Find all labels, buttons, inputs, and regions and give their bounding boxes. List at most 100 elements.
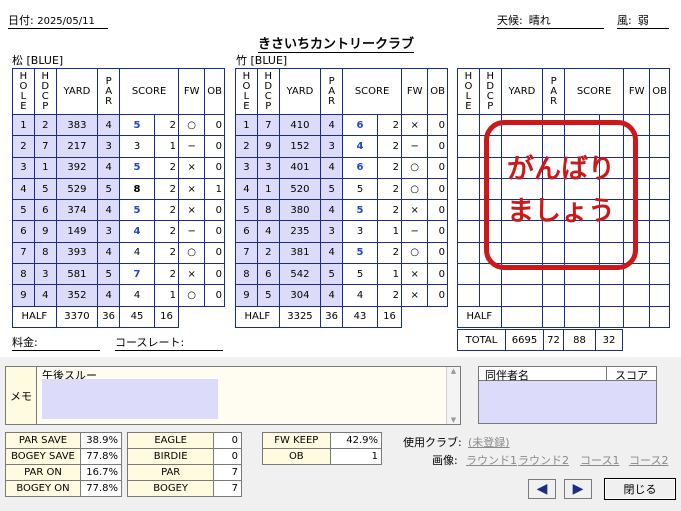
score-header: SCORE — [564, 68, 625, 115]
total-par: 72 — [543, 328, 564, 352]
stat-row: BIRDIE 0 — [126, 448, 242, 465]
stat-label: BOGEY — [126, 480, 215, 497]
close-button[interactable]: 閉じる — [604, 478, 676, 500]
yard-header: YARD — [55, 68, 99, 115]
scroll-down-icon[interactable]: ▼ — [447, 416, 460, 424]
hdcp-value: 8 — [33, 241, 57, 265]
arrow-right-icon: ▶ — [572, 481, 584, 497]
score-value: 5 — [342, 177, 379, 201]
yard-value: 529 — [55, 177, 99, 201]
hdcp-value: 2 — [256, 241, 280, 265]
hdcp-value: 9 — [33, 220, 57, 243]
fw-value: × — [401, 263, 429, 286]
stat-label: OB — [262, 448, 331, 465]
fw-value: − — [401, 135, 429, 158]
score-row: 7 8 393 4 4 2 ○ 0 — [12, 241, 225, 265]
course-rate-field: コースレート: — [115, 334, 223, 351]
stat-label: BIRDIE — [126, 448, 215, 465]
hdcp-header: HDCP — [33, 68, 57, 115]
prev-button[interactable]: ◀ — [528, 479, 556, 499]
total-score: 88 — [563, 328, 596, 352]
companion-list-body — [479, 381, 656, 423]
memo-scrollbar[interactable]: ▲ ▼ — [446, 367, 460, 424]
hdcp-value: 4 — [33, 284, 57, 307]
next-button[interactable]: ▶ — [564, 479, 592, 499]
putt-value: 2 — [154, 177, 180, 201]
yard-value: 304 — [278, 284, 322, 307]
companion-list[interactable]: 同伴者名 スコア — [478, 366, 657, 424]
memo-highlight — [42, 379, 218, 419]
fw-value: ○ — [401, 177, 429, 201]
hdcp-value: 1 — [256, 177, 280, 201]
ob-value: 0 — [204, 263, 225, 286]
stat-value: 77.8% — [79, 448, 123, 465]
club-link[interactable]: (未登録) — [468, 434, 510, 450]
par-value: 3 — [97, 135, 121, 158]
image-link-course1[interactable]: コース1 — [580, 452, 619, 468]
ob-value — [649, 135, 670, 158]
half-label: HALF — [457, 305, 502, 328]
score-value: 5 — [342, 199, 379, 222]
arrow-left-icon: ◀ — [536, 481, 548, 497]
putt-value: 2 — [154, 241, 180, 265]
putt-value: 1 — [377, 220, 403, 243]
ob-value — [649, 263, 670, 286]
score-row: 2 7 217 3 3 1−0 — [12, 135, 225, 158]
ob-value: 0 — [427, 263, 448, 286]
putt-value: 2 — [377, 177, 403, 201]
par-value: 5 — [320, 177, 344, 201]
image-link-course2[interactable]: コース2 — [629, 452, 668, 468]
companion-score-header[interactable]: スコア — [607, 367, 656, 382]
back-scorecard-table: HOLE HDCP YARD PAR SCORE FW OB 1 7 410 4 6 2 ×… — [235, 68, 448, 328]
score-value: 3 — [119, 135, 156, 158]
putt-value: 1 — [154, 135, 180, 158]
hole-number: 7 — [12, 241, 35, 265]
fw-value: × — [401, 199, 429, 222]
total-label: TOTAL — [457, 328, 506, 352]
yard-value: 581 — [55, 263, 99, 286]
stat-row: EAGLE 0 — [126, 432, 242, 449]
companion-name-header[interactable]: 同伴者名 — [479, 367, 607, 382]
fw-value: ○ — [401, 156, 429, 179]
fw-value: × — [401, 113, 429, 137]
fw-header: FW — [401, 68, 429, 115]
stat-row: BOGEY ON 77.8% — [5, 480, 123, 497]
image-link-round1[interactable]: ラウンド1 — [466, 452, 517, 468]
yard-value: 235 — [278, 220, 322, 243]
putt-value: 2 — [154, 199, 180, 222]
stats-table-counts: EAGLE 0 BIRDIE 0 PAR 7 BOGEY 7 — [126, 432, 242, 497]
stat-value: 42.9% — [329, 432, 383, 449]
fw-value: ○ — [178, 284, 206, 307]
stat-row: PAR SAVE 38.9% — [5, 432, 123, 449]
yard-value: 217 — [55, 135, 99, 158]
yard-value: 149 — [55, 220, 99, 243]
hole-number — [457, 135, 480, 158]
score-row: 6 9 149 3 4 2−0 — [12, 220, 225, 243]
hole-number — [457, 220, 480, 243]
hdcp-value: 7 — [256, 113, 280, 137]
hdcp-value: 3 — [33, 263, 57, 286]
putt-value: 2 — [377, 135, 403, 158]
yard-value: 152 — [278, 135, 322, 158]
yard-value: 352 — [55, 284, 99, 307]
hole-number — [457, 241, 480, 265]
score-row: 8 3 581 5 7 2 × 0 — [12, 263, 225, 286]
par-value: 4 — [97, 199, 121, 222]
image-link-round2[interactable]: ラウンド2 — [518, 452, 569, 468]
hole-number — [457, 177, 480, 201]
hdcp-value: 9 — [256, 135, 280, 158]
fw-value: × — [178, 177, 206, 201]
half-putt: 16 — [377, 305, 403, 328]
encouragement-stamp: がんばり ましょう — [484, 120, 638, 270]
hdcp-value: 5 — [256, 284, 280, 307]
fw-value: × — [178, 263, 206, 286]
stat-row: OB 1 — [262, 448, 383, 465]
scroll-up-icon[interactable]: ▲ — [447, 367, 460, 375]
hole-number: 9 — [235, 284, 258, 307]
par-header: PAR — [542, 68, 566, 115]
ob-value — [649, 284, 670, 307]
par-value: 5 — [97, 177, 121, 201]
par-value: 3 — [320, 220, 344, 243]
stat-value: 0 — [213, 432, 242, 449]
score-value: 5 — [119, 199, 156, 222]
